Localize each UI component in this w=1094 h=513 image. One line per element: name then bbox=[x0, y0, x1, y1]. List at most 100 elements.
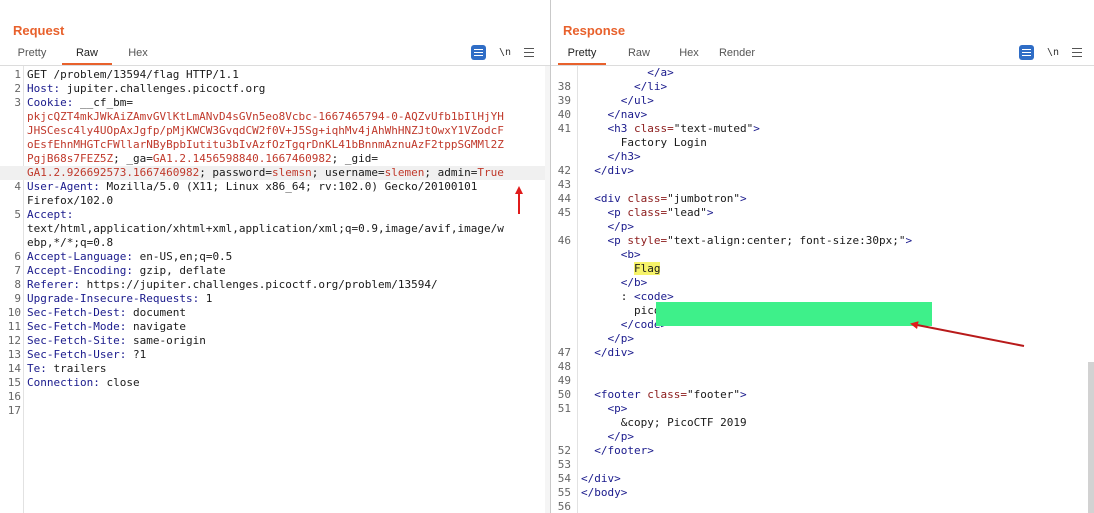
line-number: 53 bbox=[557, 458, 571, 471]
code-token: Flag bbox=[633, 262, 661, 275]
response-title: Response bbox=[563, 23, 626, 38]
code-token: </footer> bbox=[581, 444, 654, 457]
code-line: </a> bbox=[551, 66, 1094, 80]
code-token: "lead" bbox=[667, 206, 707, 219]
code-line: </h3> bbox=[551, 150, 1094, 164]
line-number: 12 bbox=[7, 334, 21, 347]
code-token: close bbox=[99, 376, 140, 389]
code-token: Accept-Language: bbox=[27, 250, 133, 263]
response-tab-hex[interactable]: Hex bbox=[677, 44, 701, 65]
response-scrollbar[interactable] bbox=[1088, 362, 1094, 513]
line-code: </p> bbox=[581, 220, 634, 234]
line-code: pkjcQZT4mkJWkAiZAmvGVlKtLmANvD4sGVn5eo8V… bbox=[27, 110, 504, 124]
code-token: Sec-Fetch-User: bbox=[27, 348, 127, 361]
line-code: JHSCesc4ly4UOpAxJgfp/pMjKWCW3GvqdCW2f0V+… bbox=[27, 124, 504, 138]
line-number: 44 bbox=[557, 192, 571, 205]
line-number: 40 bbox=[557, 108, 571, 121]
code-token: "footer" bbox=[686, 388, 740, 401]
code-line: 5 Accept: bbox=[0, 208, 550, 222]
line-number: 47 bbox=[557, 346, 571, 359]
line-code: Cookie: __cf_bm= bbox=[27, 96, 133, 110]
code-token: True bbox=[477, 166, 504, 179]
code-token: slemsn bbox=[272, 166, 312, 179]
code-token: </b> bbox=[581, 276, 648, 289]
code-token: </div> bbox=[581, 346, 634, 359]
code-token: </li> bbox=[581, 80, 668, 93]
line-number: 3 bbox=[14, 96, 21, 109]
code-line: 41 <h3 class="text-muted"> bbox=[551, 122, 1094, 136]
code-token: ; username= bbox=[311, 166, 385, 179]
code-line: 56 bbox=[551, 500, 1094, 513]
line-code: <p style="text-align:center; font-size:3… bbox=[581, 234, 912, 248]
line-number: 1 bbox=[14, 68, 21, 81]
newline-icon[interactable]: \n bbox=[499, 47, 511, 58]
code-token: Upgrade-Insecure-Requests: bbox=[27, 292, 200, 305]
code-token: &copy; PicoCTF 2019 bbox=[581, 416, 747, 429]
code-token: </p> bbox=[581, 220, 634, 233]
code-token: navigate bbox=[126, 320, 186, 333]
code-line: 12 Sec-Fetch-Site: same-origin bbox=[0, 334, 550, 348]
menu-icon[interactable] bbox=[1072, 47, 1082, 57]
code-token: pkjcQZT4mkJWkAiZAmvGVlKtLmANvD4sGVn5eo8V… bbox=[27, 110, 504, 123]
code-line: 1 GET /problem/13594/flag HTTP/1.1 bbox=[0, 68, 550, 82]
response-editor[interactable]: </a> 38 </li> 39 </ul> 40 </nav> 41 <h3 clas… bbox=[551, 66, 1094, 513]
code-token: ebp,*/*;q=0.8 bbox=[27, 236, 114, 249]
code-token: Mozilla/5.0 (X11; Linux x86_64; rv:102.0… bbox=[99, 180, 478, 193]
code-token: <p bbox=[581, 234, 628, 247]
line-code: Accept-Language: en-US,en;q=0.5 bbox=[27, 250, 232, 264]
code-token: trailers bbox=[46, 362, 107, 375]
code-line: 52 </footer> bbox=[551, 444, 1094, 458]
line-code: <p class="lead"> bbox=[581, 206, 713, 220]
line-number: 8 bbox=[14, 278, 21, 291]
code-token: class= bbox=[627, 206, 668, 219]
line-code: <div class="jumbotron"> bbox=[581, 192, 746, 206]
request-tab-pretty[interactable]: Pretty bbox=[17, 44, 47, 65]
code-token: jupiter.challenges.picoctf.org bbox=[60, 82, 266, 95]
line-number: 2 bbox=[14, 82, 21, 95]
line-code: <b> bbox=[581, 248, 641, 262]
code-line: 6 Accept-Language: en-US,en;q=0.5 bbox=[0, 250, 550, 264]
code-token: > bbox=[753, 122, 760, 135]
response-tab-pretty[interactable]: Pretty bbox=[558, 44, 606, 65]
code-line: 17 bbox=[0, 404, 550, 418]
code-token: oEsfEhnMHGTcFWllarNByBpbIutitu3bIvAzfOzT… bbox=[27, 138, 504, 151]
code-line: 44 <div class="jumbotron"> bbox=[551, 192, 1094, 206]
code-line: </p> bbox=[551, 430, 1094, 444]
code-line: </p> bbox=[551, 220, 1094, 234]
line-code: Accept-Encoding: gzip, deflate bbox=[27, 264, 226, 278]
request-editor[interactable]: 1 GET /problem/13594/flag HTTP/1.1 2 Host: … bbox=[0, 66, 550, 513]
code-token: JHSCesc4ly4UOpAxJgfp/pMjKWCW3GvqdCW2f0V+… bbox=[27, 124, 504, 137]
request-tab-raw[interactable]: Raw bbox=[62, 44, 112, 65]
line-number: 41 bbox=[557, 122, 571, 135]
response-tab-render[interactable]: Render bbox=[717, 44, 757, 65]
code-token: GA1.2.1456598840.1667460982 bbox=[152, 152, 332, 165]
line-code: Te: trailers bbox=[27, 362, 106, 376]
code-token: </div> bbox=[581, 164, 634, 177]
request-tab-hex[interactable]: Hex bbox=[127, 44, 149, 65]
response-tab-raw[interactable]: Raw bbox=[626, 44, 652, 65]
code-line: 14 Te: trailers bbox=[0, 362, 550, 376]
menu-icon[interactable] bbox=[524, 47, 534, 57]
pretty-print-icon[interactable] bbox=[471, 44, 486, 60]
line-number: 11 bbox=[7, 320, 21, 333]
code-line: 11 Sec-Fetch-Mode: navigate bbox=[0, 320, 550, 334]
line-number: 39 bbox=[557, 94, 571, 107]
line-number: 52 bbox=[557, 444, 571, 457]
code-token: </nav> bbox=[581, 108, 648, 121]
code-token: <h3 bbox=[581, 122, 634, 135]
line-number: 6 bbox=[14, 250, 21, 263]
line-number: 17 bbox=[7, 404, 21, 417]
line-code: Accept: bbox=[27, 208, 73, 222]
code-line: Flag bbox=[551, 262, 1094, 276]
code-line: 4 User-Agent: Mozilla/5.0 (X11; Linux x86… bbox=[0, 180, 550, 194]
pretty-print-icon[interactable] bbox=[1019, 44, 1034, 60]
code-token: text/html,application/xhtml+xml,applicat… bbox=[27, 222, 504, 235]
newline-icon[interactable]: \n bbox=[1047, 47, 1059, 58]
line-code: User-Agent: Mozilla/5.0 (X11; Linux x86_… bbox=[27, 180, 477, 194]
code-line: 51 <p> bbox=[551, 402, 1094, 416]
code-line: </b> bbox=[551, 276, 1094, 290]
code-token: <b> bbox=[581, 248, 641, 261]
line-code: </h3> bbox=[581, 150, 640, 164]
code-line: oEsfEhnMHGTcFWllarNByBpbIutitu3bIvAzfOzT… bbox=[0, 138, 550, 152]
line-code: </code> bbox=[581, 318, 667, 332]
